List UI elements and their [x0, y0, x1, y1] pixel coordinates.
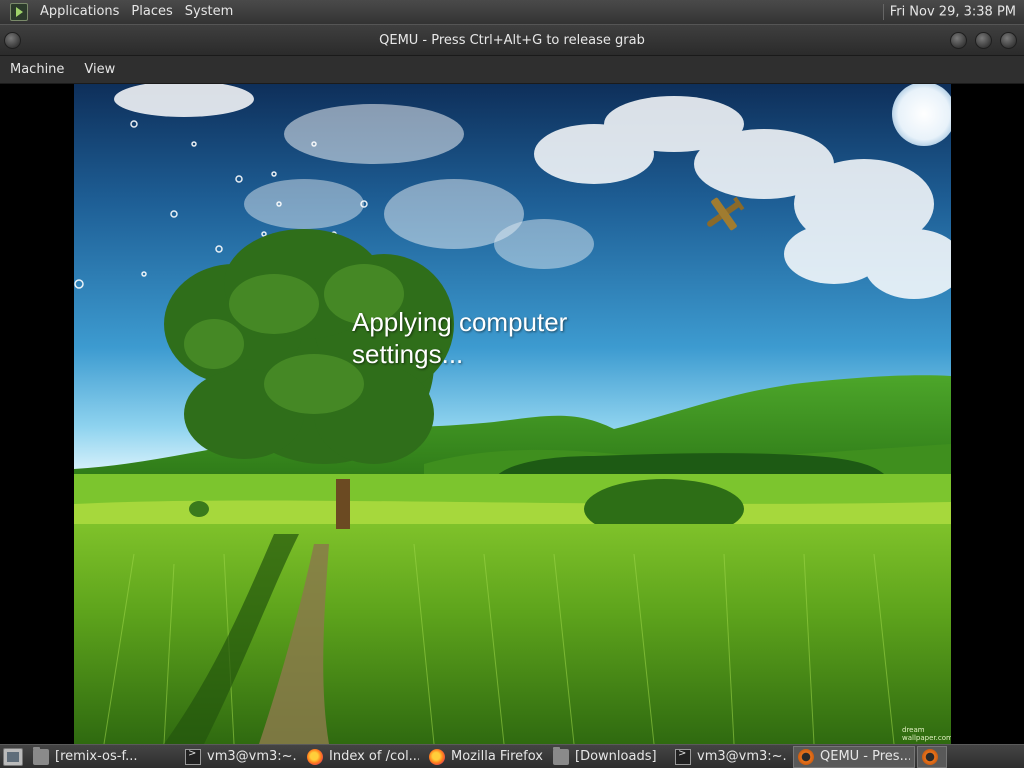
taskbar-item-firefox[interactable]: Mozilla Firefox	[425, 746, 547, 768]
boot-status-text: Applying computer settings...	[352, 307, 568, 369]
top-panel: Applications Places System Fri Nov 29, 3…	[0, 0, 1024, 24]
folder-icon	[33, 746, 49, 765]
terminal-icon	[675, 748, 691, 765]
taskbar-item-firefox-index[interactable]: Index of /col...	[303, 746, 423, 768]
task-label: [remix-os-f...	[55, 749, 138, 764]
qemu-icon	[798, 748, 814, 765]
task-label: Mozilla Firefox	[451, 749, 543, 764]
task-label: vm3@vm3:~...	[207, 749, 297, 764]
applications-menu[interactable]: Applications	[34, 0, 125, 24]
task-label: [Downloads]	[575, 749, 657, 764]
taskbar-item-terminal-2[interactable]: vm3@vm3:~...	[671, 746, 791, 768]
qemu-icon	[922, 748, 938, 765]
applications-icon[interactable]	[10, 3, 28, 21]
taskbar: [remix-os-f... vm3@vm3:~... Index of /co…	[0, 744, 1024, 768]
qemu-menu-bar: Machine View	[0, 56, 1024, 84]
wallpaper-image	[74, 84, 951, 744]
system-menu[interactable]: System	[179, 0, 239, 24]
show-desktop-button[interactable]	[3, 747, 23, 766]
task-label: Index of /col...	[329, 749, 419, 764]
minimize-button[interactable]	[950, 32, 967, 49]
folder-icon	[553, 746, 569, 765]
taskbar-item-qemu-2[interactable]	[917, 745, 947, 768]
clock-text: Fri Nov 29, 3:38 PM	[889, 4, 1016, 20]
wallpaper-credit: dream wallpaper.com	[902, 726, 951, 742]
machine-menu[interactable]: Machine	[0, 56, 74, 84]
firefox-icon	[429, 748, 445, 765]
window-title: QEMU - Press Ctrl+Alt+G to release grab	[379, 33, 645, 48]
taskbar-item-terminal[interactable]: vm3@vm3:~...	[181, 746, 301, 768]
taskbar-item-qemu[interactable]: QEMU - Pres...	[793, 745, 915, 768]
maximize-button[interactable]	[975, 32, 992, 49]
places-menu[interactable]: Places	[125, 0, 178, 24]
taskbar-item-downloads-folder[interactable]: [Downloads]	[549, 746, 669, 768]
panel-clock[interactable]: Fri Nov 29, 3:38 PM	[882, 4, 1016, 20]
window-menu-button[interactable]	[4, 32, 21, 49]
taskbar-item-remix-os-folder[interactable]: [remix-os-f...	[29, 746, 179, 768]
vm-display-area[interactable]: Applying computer settings... dream wall…	[0, 84, 1024, 744]
vm-screen[interactable]: Applying computer settings... dream wall…	[74, 84, 951, 744]
close-button[interactable]	[1000, 32, 1017, 49]
view-menu[interactable]: View	[74, 56, 125, 84]
task-label: QEMU - Pres...	[820, 749, 910, 764]
task-label: vm3@vm3:~...	[697, 749, 787, 764]
firefox-icon	[307, 748, 323, 765]
terminal-icon	[185, 748, 201, 765]
window-title-bar[interactable]: QEMU - Press Ctrl+Alt+G to release grab	[0, 24, 1024, 56]
